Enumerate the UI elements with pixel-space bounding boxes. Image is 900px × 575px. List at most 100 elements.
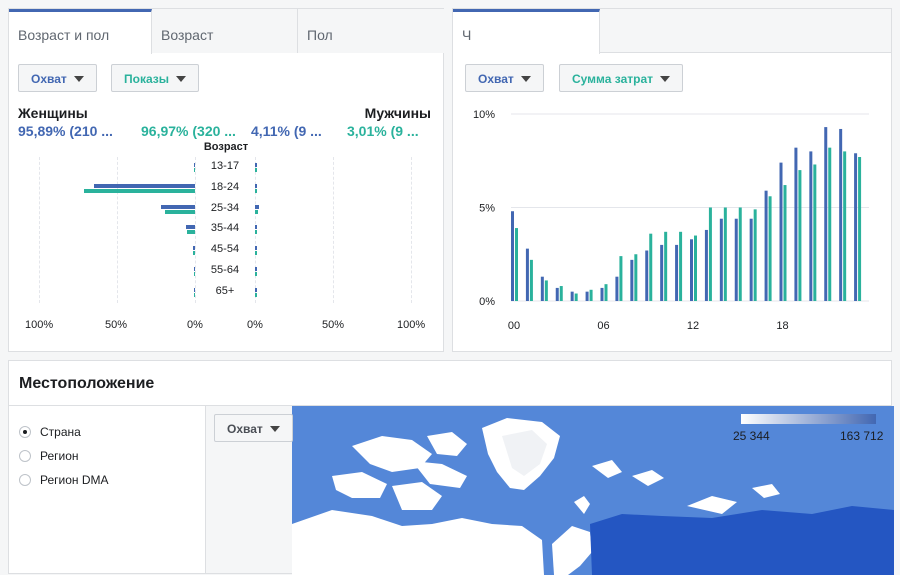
hour-bar[interactable]: [723, 207, 727, 302]
map-metric-dropdown[interactable]: Охват: [214, 414, 293, 442]
hour-bar[interactable]: [768, 196, 772, 301]
age-bar[interactable]: [193, 163, 195, 167]
hour-bar[interactable]: [738, 207, 742, 302]
hour-bar[interactable]: [858, 157, 862, 301]
hour-bar[interactable]: [828, 147, 832, 301]
hour-bar[interactable]: [600, 287, 604, 301]
hour-bar[interactable]: [529, 259, 533, 301]
hour-bar[interactable]: [660, 244, 664, 301]
age-bar[interactable]: [93, 183, 195, 188]
hour-bar[interactable]: [734, 218, 738, 301]
age-bar[interactable]: [255, 251, 257, 256]
age-category-label: 35-44: [210, 222, 240, 235]
age-bar[interactable]: [193, 287, 195, 292]
radio-dma[interactable]: Регион DMA: [19, 473, 109, 487]
age-bar[interactable]: [187, 230, 195, 235]
age-bar[interactable]: [255, 204, 259, 209]
women-label: Женщины: [18, 105, 88, 121]
chevron-down-icon: [520, 76, 531, 82]
age-bar[interactable]: [193, 267, 195, 271]
hour-bar[interactable]: [813, 164, 817, 301]
hour-bar[interactable]: [634, 254, 638, 301]
age-bar[interactable]: [165, 209, 195, 214]
age-bar[interactable]: [255, 246, 257, 251]
hour-bar[interactable]: [719, 218, 723, 301]
world-map[interactable]: [292, 406, 900, 575]
age-bar[interactable]: [185, 225, 195, 230]
tab-gender[interactable]: Пол: [298, 9, 445, 53]
metric-dropdown-spend[interactable]: Сумма затрат: [559, 64, 684, 92]
age-bar[interactable]: [161, 204, 195, 209]
hour-bar[interactable]: [824, 127, 828, 301]
hour-bar[interactable]: [570, 291, 574, 301]
hour-bar[interactable]: [764, 190, 768, 301]
location-card: Местоположение Страна Регион Регион DMA: [8, 360, 894, 575]
tab-hour[interactable]: Ч: [453, 9, 600, 54]
hour-bar[interactable]: [809, 151, 813, 301]
hour-bar[interactable]: [649, 233, 653, 301]
age-bar[interactable]: [84, 188, 195, 193]
hour-bar[interactable]: [604, 284, 608, 301]
hour-bar[interactable]: [619, 256, 623, 301]
age-category-label: 13-17: [210, 160, 240, 172]
hour-bar[interactable]: [615, 276, 619, 301]
metric-dropdown-impressions[interactable]: Показы: [111, 64, 199, 92]
hour-bar[interactable]: [511, 211, 514, 301]
hour-bar[interactable]: [753, 209, 757, 301]
age-bar[interactable]: [255, 287, 257, 292]
hour-bar[interactable]: [843, 151, 847, 301]
metric-dropdown-reach[interactable]: Охват: [465, 64, 544, 92]
hour-bar[interactable]: [783, 185, 787, 301]
hour-bar[interactable]: [749, 218, 753, 301]
age-bar[interactable]: [255, 163, 257, 167]
age-bar[interactable]: [255, 183, 257, 188]
age-bar[interactable]: [192, 251, 195, 256]
age-bar[interactable]: [255, 267, 257, 271]
map-legend-gradient: [741, 414, 876, 424]
age-bar[interactable]: [192, 246, 195, 251]
age-bar[interactable]: [255, 230, 257, 235]
metric-dropdown-reach[interactable]: Охват: [18, 64, 97, 92]
age-bar[interactable]: [255, 168, 257, 172]
hour-bar[interactable]: [645, 250, 649, 301]
radio-region[interactable]: Регион: [19, 449, 79, 463]
age-bar[interactable]: [193, 168, 195, 172]
age-bar[interactable]: [193, 272, 195, 276]
men-label: Мужчины: [364, 105, 431, 121]
hour-bar[interactable]: [794, 147, 798, 301]
hour-bar[interactable]: [798, 170, 802, 301]
hour-bar[interactable]: [525, 248, 529, 301]
age-bar[interactable]: [193, 292, 195, 297]
hour-bar[interactable]: [664, 231, 668, 301]
hour-bar[interactable]: [708, 207, 712, 302]
age-category-label: 65+: [215, 284, 235, 297]
age-bar[interactable]: [255, 292, 257, 297]
hour-bar[interactable]: [515, 228, 518, 301]
age-bar[interactable]: [255, 188, 257, 193]
hour-bar[interactable]: [544, 280, 548, 301]
hour-bar[interactable]: [779, 162, 783, 301]
hour-bar[interactable]: [839, 128, 843, 301]
age-bar[interactable]: [255, 209, 258, 214]
age-gender-card: Возраст и пол Возраст Пол Охват Показы Ж…: [8, 8, 445, 352]
tab-age-gender[interactable]: Возраст и пол: [9, 9, 152, 54]
hour-bar[interactable]: [585, 291, 589, 301]
radio-country[interactable]: Страна: [19, 425, 81, 439]
age-bar[interactable]: [255, 225, 257, 230]
hour-bar[interactable]: [630, 259, 634, 301]
age-bar[interactable]: [255, 272, 257, 276]
hour-bar[interactable]: [555, 287, 559, 301]
hour-bar[interactable]: [854, 153, 858, 301]
hour-bar[interactable]: [574, 293, 578, 301]
hour-bar[interactable]: [559, 286, 563, 301]
axis-tick-right-50: 50%: [322, 319, 345, 331]
hour-bar[interactable]: [679, 231, 683, 301]
hour-bar[interactable]: [704, 229, 708, 301]
hour-bar[interactable]: [589, 289, 593, 301]
hour-bar[interactable]: [690, 239, 693, 301]
hour-bar[interactable]: [694, 235, 697, 301]
hour-bar[interactable]: [540, 276, 544, 301]
hour-bar[interactable]: [675, 244, 679, 301]
tab-age[interactable]: Возраст: [152, 9, 298, 53]
y-tick-label: 0%: [479, 296, 495, 308]
